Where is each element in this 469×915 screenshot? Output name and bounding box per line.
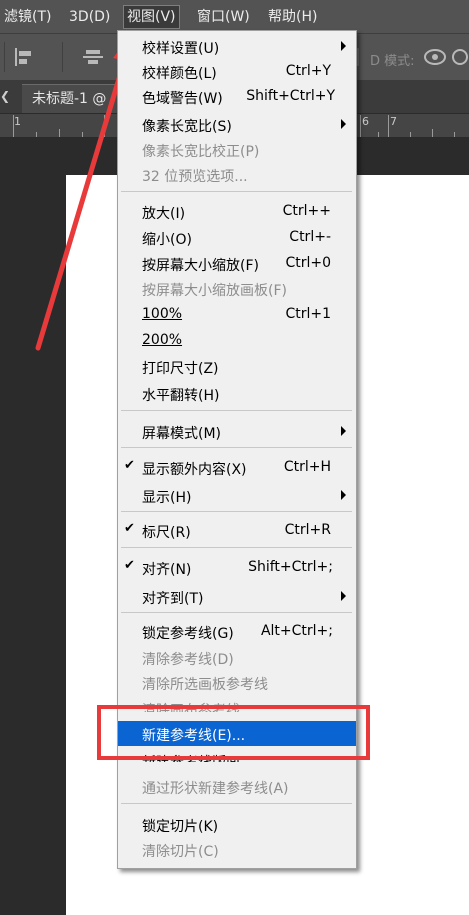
checkmark-icon: ✔	[124, 558, 135, 573]
menu-item-screen-mode[interactable]: 屏幕模式(M)	[118, 419, 356, 444]
menu-item-new-guides-from-shape: 通过形状新建参考线(A)	[142, 781, 289, 797]
menu-item-rulers[interactable]: ✔ 标尺(R) Ctrl+R	[118, 518, 356, 543]
menu-item-snap-to[interactable]: 对齐到(T)	[118, 584, 356, 609]
menu-separator	[121, 447, 352, 448]
menu-item-flip-horizontal[interactable]: 水平翻转(H)	[118, 381, 356, 406]
checkmark-icon: ✔	[124, 458, 135, 473]
menu-item-32bit-preview: 32 位预览选项...	[142, 169, 248, 185]
menu-item-proof-colors[interactable]: 校样颜色(L) Ctrl+Y	[118, 59, 356, 84]
menu-separator	[121, 547, 352, 548]
menu-item-fit-artboard: 按屏幕大小缩放画板(F)	[142, 283, 287, 299]
menu-item-zoom-in[interactable]: 放大(I) Ctrl++	[118, 199, 356, 224]
menu-item-clear-guides: 清除参考线(D)	[142, 652, 234, 668]
menu-separator	[121, 511, 352, 512]
submenu-arrow-icon	[341, 426, 346, 436]
menu-separator	[121, 612, 352, 613]
menu-item-show-extras[interactable]: ✔ 显示额外内容(X) Ctrl+H	[118, 455, 356, 480]
menu-item-pixel-aspect-ratio[interactable]: 像素长宽比(S)	[118, 112, 356, 137]
menu-item-fit-on-screen[interactable]: 按屏幕大小缩放(F) Ctrl+0	[118, 251, 356, 276]
menu-item-lock-slices[interactable]: 锁定切片(K)	[118, 812, 356, 837]
menu-separator	[121, 803, 352, 804]
submenu-arrow-icon	[341, 41, 346, 51]
menu-separator	[121, 410, 352, 411]
menu-item-show[interactable]: 显示(H)	[118, 483, 356, 508]
menu-item-clear-artboard-guides: 清除所选画板参考线	[142, 677, 268, 693]
menu-item-zoom-out[interactable]: 缩小(O) Ctrl+-	[118, 225, 356, 250]
annotation-highlight-box	[97, 705, 370, 760]
menu-item-print-size[interactable]: 打印尺寸(Z)	[118, 354, 356, 379]
menu-item-clear-slices: 清除切片(C)	[142, 844, 219, 860]
menu-item-100-percent[interactable]: 100% Ctrl+1	[118, 302, 356, 327]
checkmark-icon: ✔	[124, 521, 135, 536]
submenu-arrow-icon	[341, 490, 346, 500]
submenu-arrow-icon	[341, 591, 346, 601]
menu-separator	[121, 191, 352, 192]
menu-item-200-percent[interactable]: 200%	[118, 328, 356, 353]
menu-item-gamut-warning[interactable]: 色域警告(W) Shift+Ctrl+Y	[118, 84, 356, 109]
submenu-arrow-icon	[341, 119, 346, 129]
menu-item-lock-guides[interactable]: 锁定参考线(G) Alt+Ctrl+;	[118, 619, 356, 644]
menu-item-snap[interactable]: ✔ 对齐(N) Shift+Ctrl+;	[118, 555, 356, 580]
menu-item-pixel-aspect-correction: 像素长宽比校正(P)	[142, 144, 260, 160]
menu-item-proof-setup[interactable]: 校样设置(U)	[118, 34, 356, 59]
